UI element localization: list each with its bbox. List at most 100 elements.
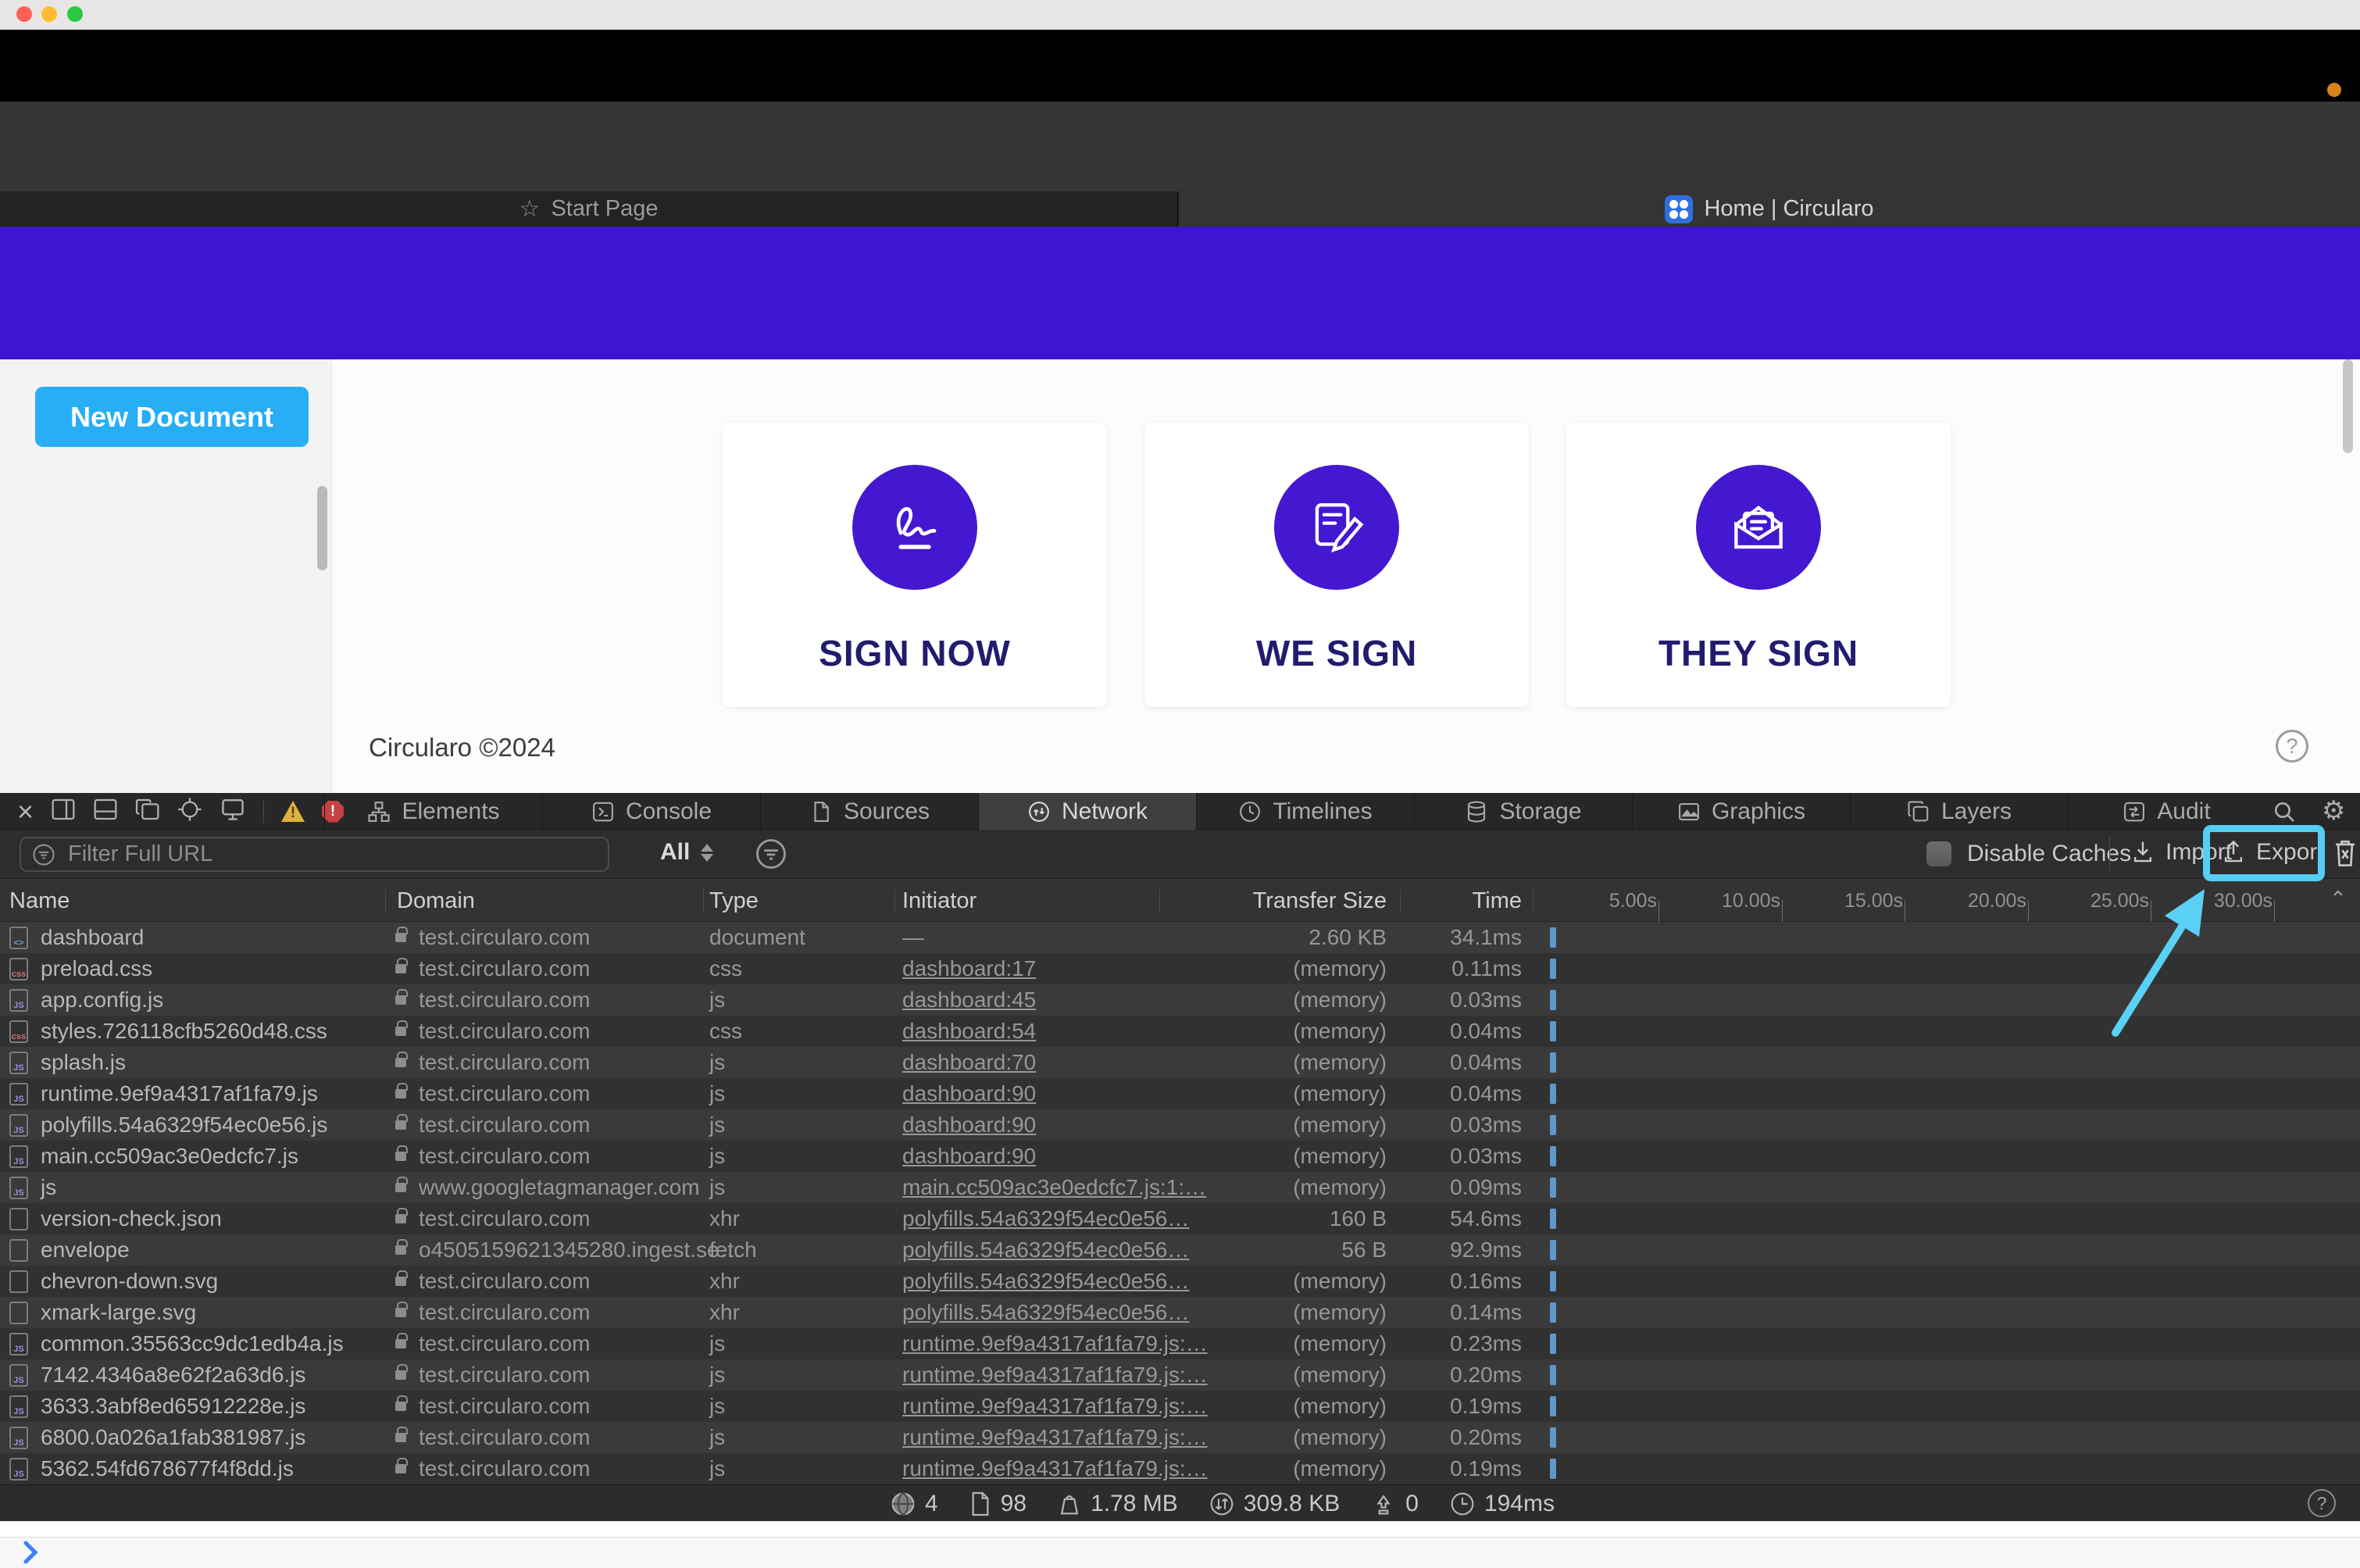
- copyright-text: Circularo ©2024: [369, 733, 555, 762]
- import-button[interactable]: Import: [2131, 839, 2232, 866]
- column-initiator[interactable]: Initiator: [902, 888, 976, 914]
- request-initiator[interactable]: polyfills.54a6329f54ec0e56…: [902, 1297, 1189, 1328]
- column-transfer-size[interactable]: Transfer Size: [1164, 888, 1387, 914]
- request-type: xhr: [709, 1269, 740, 1293]
- we-sign-card[interactable]: WE SIGN: [1144, 423, 1529, 707]
- network-table-row[interactable]: chevron-down.svg test.circularo.com xhr …: [0, 1266, 2360, 1297]
- tab-network[interactable]: Network: [978, 793, 1196, 830]
- request-initiator[interactable]: dashboard:90: [902, 1109, 1036, 1141]
- network-table-row[interactable]: 6800.0a026a1fab381987.js test.circularo.…: [0, 1422, 2360, 1453]
- network-table-row[interactable]: preload.css test.circularo.com css dashb…: [0, 953, 2360, 984]
- network-table-row[interactable]: 7142.4346a8e62f2a63d6.js test.circularo.…: [0, 1359, 2360, 1391]
- request-initiator[interactable]: dashboard:45: [902, 984, 1036, 1016]
- request-time: 0.04ms: [1450, 1081, 1522, 1105]
- network-table-row[interactable]: styles.726118cfb5260d48.css test.circula…: [0, 1016, 2360, 1047]
- disable-caches-control[interactable]: Disable Caches: [1926, 841, 2131, 867]
- tab-sources[interactable]: Sources: [760, 793, 978, 830]
- request-initiator[interactable]: dashboard:54: [902, 1016, 1036, 1047]
- network-table-row[interactable]: version-check.json test.circularo.com xh…: [0, 1203, 2360, 1234]
- request-initiator[interactable]: runtime.9ef9a4317af1fa79.js:…: [902, 1422, 1208, 1453]
- file-type-icon: [9, 1239, 28, 1262]
- tab-console[interactable]: Console: [542, 793, 760, 830]
- network-table-row[interactable]: polyfills.54a6329f54ec0e56.js test.circu…: [0, 1109, 2360, 1141]
- scroll-up-icon[interactable]: ⌃: [2330, 887, 2347, 911]
- request-initiator[interactable]: dashboard:90: [902, 1078, 1036, 1109]
- lock-icon: [395, 1302, 408, 1317]
- request-name: runtime.9ef9a4317af1fa79.js: [41, 1081, 318, 1105]
- request-type: css: [709, 1019, 742, 1043]
- network-table-row[interactable]: splash.js test.circularo.com js dashboar…: [0, 1047, 2360, 1078]
- network-table-row[interactable]: xmark-large.svg test.circularo.com xhr p…: [0, 1297, 2360, 1328]
- sidebar-scrollbar-thumb[interactable]: [317, 486, 327, 570]
- request-transfer-size: (memory): [1293, 1113, 1387, 1137]
- console-prompt-chevron-icon: [22, 1541, 39, 1568]
- network-table-row[interactable]: dashboard test.circularo.com document — …: [0, 922, 2360, 953]
- request-initiator[interactable]: dashboard:70: [902, 1047, 1036, 1078]
- export-button[interactable]: Export: [2222, 839, 2324, 866]
- tab-layers[interactable]: Layers: [1850, 793, 2068, 830]
- column-domain[interactable]: Domain: [397, 888, 475, 914]
- clear-network-items-icon[interactable]: [2331, 838, 2359, 873]
- inspector-help-button[interactable]: ?: [2308, 1489, 2336, 1517]
- they-sign-card[interactable]: THEY SIGN: [1566, 423, 1951, 707]
- lock-icon: [395, 958, 408, 973]
- device-settings-icon[interactable]: [220, 797, 246, 826]
- column-time[interactable]: Time: [1398, 888, 1522, 914]
- sign-now-card[interactable]: SIGN NOW: [723, 423, 1107, 707]
- request-initiator[interactable]: polyfills.54a6329f54ec0e56…: [902, 1203, 1189, 1234]
- resource-type-select[interactable]: All: [660, 839, 714, 866]
- column-type[interactable]: Type: [709, 888, 759, 914]
- filter-url-input[interactable]: Filter Full URL: [20, 837, 609, 872]
- tab-timelines[interactable]: Timelines: [1196, 793, 1414, 830]
- request-initiator[interactable]: dashboard:17: [902, 953, 1036, 984]
- element-picker-icon[interactable]: [177, 797, 202, 826]
- page-scrollbar-thumb[interactable]: [2343, 359, 2353, 453]
- zoom-window-button[interactable]: [67, 6, 83, 22]
- request-initiator[interactable]: polyfills.54a6329f54ec0e56…: [902, 1266, 1189, 1297]
- waterfall-bar: [1550, 1146, 1556, 1166]
- tab-storage[interactable]: Storage: [1414, 793, 1632, 830]
- tab-audit[interactable]: Audit: [2068, 793, 2265, 830]
- close-window-button[interactable]: [16, 6, 32, 22]
- request-domain: test.circularo.com: [419, 1144, 591, 1168]
- network-table-row[interactable]: js www.googletagmanager.com js main.cc50…: [0, 1172, 2360, 1203]
- tab-label: Timelines: [1273, 798, 1373, 824]
- tab-start-page[interactable]: ☆ Start Page: [0, 191, 1178, 227]
- network-table-row[interactable]: common.35563cc9dc1edb4a.js test.circular…: [0, 1328, 2360, 1359]
- request-initiator[interactable]: —: [902, 922, 924, 953]
- network-table-row[interactable]: 5362.54fd678677f4f8dd.js test.circularo.…: [0, 1453, 2360, 1484]
- minimize-window-button[interactable]: [41, 6, 57, 22]
- we-sign-icon: [1274, 465, 1399, 590]
- request-initiator[interactable]: dashboard:90: [902, 1141, 1036, 1172]
- request-initiator[interactable]: main.cc509ac3e0edcfc7.js:1:…: [902, 1172, 1206, 1203]
- request-initiator[interactable]: runtime.9ef9a4317af1fa79.js:…: [902, 1359, 1208, 1391]
- network-table-row[interactable]: main.cc509ac3e0edcfc7.js test.circularo.…: [0, 1141, 2360, 1172]
- tab-graphics[interactable]: Graphics: [1632, 793, 1850, 830]
- tab-home-circularo[interactable]: Home | Circularo: [1179, 191, 2360, 227]
- request-domain: test.circularo.com: [419, 1300, 591, 1324]
- close-inspector-icon[interactable]: ×: [17, 795, 34, 828]
- undock-windows-icon[interactable]: [135, 798, 160, 825]
- dock-bottom-icon[interactable]: [93, 798, 118, 825]
- request-initiator[interactable]: polyfills.54a6329f54ec0e56…: [902, 1234, 1189, 1266]
- help-button[interactable]: ?: [2276, 730, 2308, 763]
- warnings-icon[interactable]: !: [281, 801, 305, 822]
- inspector-settings-icon[interactable]: ⚙: [2322, 795, 2345, 827]
- bottom-console-bar[interactable]: [0, 1537, 2360, 1568]
- network-table-row[interactable]: envelope o4505159621345280.ingest.se… fe…: [0, 1234, 2360, 1266]
- dock-side-icon[interactable]: [51, 798, 76, 825]
- new-document-button[interactable]: New Document: [35, 387, 309, 447]
- network-table-row[interactable]: runtime.9ef9a4317af1fa79.js test.circula…: [0, 1078, 2360, 1109]
- network-table-row[interactable]: 3633.3abf8ed65912228e.js test.circularo.…: [0, 1391, 2360, 1422]
- circularo-favicon: [1665, 195, 1694, 223]
- network-table-row[interactable]: app.config.js test.circularo.com js dash…: [0, 984, 2360, 1016]
- tab-elements[interactable]: Elements: [324, 793, 542, 830]
- start-page-tab-label: Start Page: [551, 196, 659, 221]
- request-initiator[interactable]: runtime.9ef9a4317af1fa79.js:…: [902, 1391, 1208, 1422]
- request-initiator[interactable]: runtime.9ef9a4317af1fa79.js:…: [902, 1328, 1208, 1359]
- disable-caches-checkbox[interactable]: [1926, 841, 1951, 866]
- inspector-search-icon[interactable]: [2272, 799, 2297, 828]
- filter-options-icon[interactable]: [755, 838, 787, 874]
- request-initiator[interactable]: runtime.9ef9a4317af1fa79.js:…: [902, 1453, 1208, 1484]
- column-name[interactable]: Name: [9, 888, 70, 914]
